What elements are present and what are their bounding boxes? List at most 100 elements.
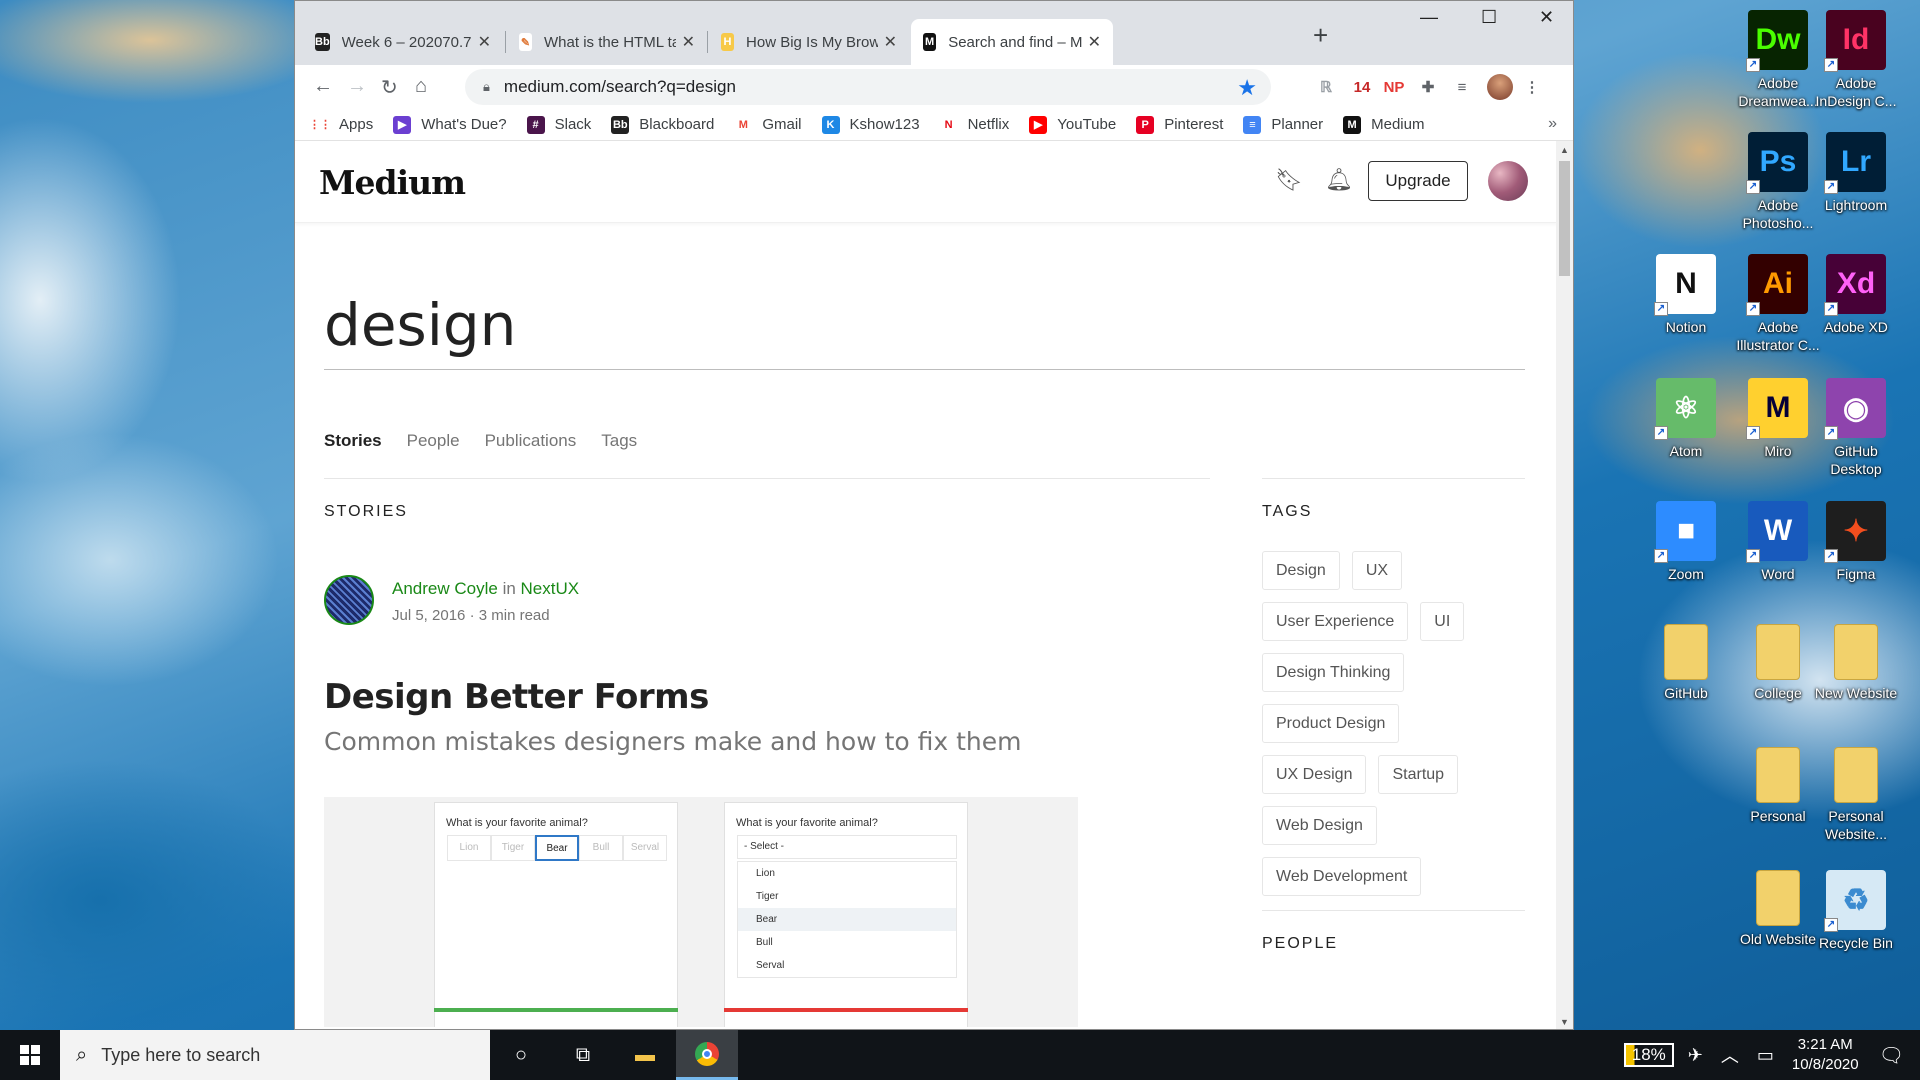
- bookmark-gmail[interactable]: M Gmail: [734, 115, 802, 134]
- task-view-icon[interactable]: ⧉: [552, 1030, 614, 1080]
- tag-chip[interactable]: User Experience: [1262, 602, 1409, 641]
- maximize-icon[interactable]: ☐: [1481, 7, 1497, 28]
- bookmark-blackboard[interactable]: Bb Blackboard: [611, 115, 714, 134]
- file-explorer-icon[interactable]: ▬: [614, 1030, 676, 1080]
- desktop-icon-atom[interactable]: ⚛ ↗ Atom: [1640, 374, 1732, 460]
- bookmark-apps[interactable]: ⋮⋮ Apps: [309, 115, 373, 134]
- tag-chip[interactable]: UX: [1351, 551, 1403, 590]
- start-button[interactable]: [0, 1030, 60, 1080]
- desktop-icon-label: Adobe XD: [1824, 319, 1888, 335]
- desktop-icon-recycle-bin[interactable]: ♻ ↗ Recycle Bin: [1810, 866, 1902, 952]
- desktop-icon-zoom[interactable]: ■ ↗ Zoom: [1640, 497, 1732, 583]
- battery-icon[interactable]: ▭: [1757, 1045, 1774, 1066]
- browser-tab[interactable]: M Search and find – Medium ✕: [911, 19, 1113, 65]
- airplane-mode-icon[interactable]: ✈: [1688, 1045, 1703, 1066]
- desktop-icon-adobe-xd[interactable]: Xd ↗ Adobe XD: [1810, 250, 1902, 336]
- tab-close-icon[interactable]: ✕: [1088, 32, 1101, 52]
- desktop-icon-github-desktop[interactable]: ◉ ↗ GitHub Desktop: [1810, 374, 1902, 478]
- tag-chip[interactable]: Product Design: [1262, 704, 1400, 743]
- home-icon[interactable]: ⌂: [415, 75, 427, 98]
- user-avatar[interactable]: [1488, 161, 1528, 201]
- minimize-icon[interactable]: —: [1420, 7, 1438, 28]
- desktop-icon-figma[interactable]: ✦ ↗ Figma: [1810, 497, 1902, 583]
- tab-close-icon[interactable]: ✕: [884, 32, 897, 52]
- bookmark-label: Kshow123: [849, 116, 920, 133]
- tag-chip[interactable]: UX Design: [1262, 755, 1367, 794]
- new-tab-button[interactable]: +: [1313, 20, 1328, 51]
- tag-chip[interactable]: Design: [1262, 551, 1340, 590]
- back-icon[interactable]: ←: [313, 75, 333, 98]
- bookmark-pinterest[interactable]: P Pinterest: [1136, 115, 1223, 134]
- shortcut-arrow-icon: ↗: [1746, 549, 1760, 563]
- desktop-icon-lightroom[interactable]: Lr ↗ Lightroom: [1810, 128, 1902, 214]
- scroll-up-icon[interactable]: ▲: [1560, 145, 1569, 155]
- segment-option: Tiger: [491, 835, 535, 861]
- tag-chip[interactable]: Startup: [1378, 755, 1459, 794]
- filter-tab-stories[interactable]: Stories: [324, 431, 382, 451]
- chrome-icon[interactable]: [676, 1030, 738, 1080]
- tab-close-icon[interactable]: ✕: [478, 32, 491, 52]
- address-bar[interactable]: 🔒︎ medium.com/search?q=design ★: [465, 69, 1271, 105]
- desktop-icon-personal-website[interactable]: Personal Website...: [1810, 743, 1902, 843]
- scroll-down-icon[interactable]: ▼: [1560, 1017, 1569, 1027]
- bookmark-planner[interactable]: ≡ Planner: [1243, 115, 1323, 134]
- app-icon: ✦ ↗: [1824, 501, 1886, 563]
- tag-chip[interactable]: Web Development: [1262, 857, 1422, 896]
- notifications-bell-icon[interactable]: 🔔︎: [1325, 167, 1353, 193]
- extension-icon[interactable]: 14: [1351, 77, 1373, 99]
- desktop-icon-github[interactable]: GitHub: [1640, 620, 1732, 702]
- browser-tab[interactable]: H How Big Is My Browser? ✕: [709, 19, 909, 65]
- taskbar-search[interactable]: ⌕ Type here to search: [60, 1030, 490, 1080]
- show-hidden-icons[interactable]: ︿: [1721, 1042, 1739, 1068]
- tag-chip[interactable]: UI: [1420, 602, 1465, 641]
- bookmark-what-s-due-[interactable]: ▶ What's Due?: [393, 115, 507, 134]
- dropdown-option: Bear: [738, 908, 956, 931]
- close-window-icon[interactable]: ✕: [1539, 7, 1554, 28]
- search-query-heading[interactable]: design: [324, 291, 516, 359]
- filter-tab-people[interactable]: People: [407, 431, 460, 451]
- desktop-icon-adobe-indesign-c[interactable]: Id ↗ Adobe InDesign C...: [1810, 6, 1902, 110]
- author-avatar[interactable]: [324, 575, 374, 625]
- medium-logo[interactable]: Medium: [319, 163, 466, 202]
- scroll-thumb[interactable]: [1559, 161, 1570, 276]
- story-title[interactable]: Design Better Forms: [324, 677, 709, 717]
- extension-icon[interactable]: ✚: [1417, 77, 1439, 99]
- upgrade-button[interactable]: Upgrade: [1368, 161, 1468, 201]
- bookmark-medium[interactable]: M Medium: [1343, 115, 1424, 134]
- browser-tab[interactable]: Bb Week 6 – 202070.71322 / ✕: [303, 19, 503, 65]
- reload-icon[interactable]: ↻: [381, 75, 398, 100]
- page-scrollbar[interactable]: ▲ ▼: [1556, 141, 1573, 1029]
- extension-icon[interactable]: ≡: [1451, 77, 1473, 99]
- bookmarks-overflow-icon[interactable]: »: [1548, 115, 1557, 133]
- bookmark-slack[interactable]: # Slack: [526, 115, 591, 134]
- publication-link[interactable]: NextUX: [521, 579, 580, 598]
- tab-favicon-icon: H: [721, 33, 735, 51]
- desktop-icon-notion[interactable]: N ↗ Notion: [1640, 250, 1732, 336]
- battery-indicator[interactable]: 18%: [1623, 1043, 1674, 1067]
- bookmarks-icon[interactable]: 🔖︎: [1275, 167, 1303, 193]
- tag-chip[interactable]: Web Design: [1262, 806, 1377, 845]
- clock[interactable]: 3:21 AM 10/8/2020: [1792, 1035, 1859, 1075]
- menu-kebab-icon[interactable]: ⋮: [1521, 77, 1543, 99]
- bookmark-netflix[interactable]: N Netflix: [939, 115, 1009, 134]
- filter-tab-publications[interactable]: Publications: [485, 431, 577, 451]
- notifications-icon[interactable]: 🗨︎: [1879, 1043, 1904, 1068]
- tag-row: UX Design Startup: [1262, 755, 1525, 794]
- cortana-icon[interactable]: ○: [490, 1030, 552, 1080]
- story-image[interactable]: What is your favorite animal? Lion Tiger B…: [324, 797, 1078, 1027]
- forward-icon[interactable]: →: [347, 75, 367, 98]
- extension-icon[interactable]: ℝ: [1315, 77, 1337, 99]
- author-link[interactable]: Andrew Coyle: [392, 579, 498, 598]
- bookmark-star-icon[interactable]: ★: [1237, 75, 1257, 101]
- story-subtitle[interactable]: Common mistakes designers make and how t…: [324, 727, 1022, 756]
- filter-tab-tags[interactable]: Tags: [601, 431, 637, 451]
- bookmark-kshow123[interactable]: K Kshow123: [821, 115, 920, 134]
- browser-tab[interactable]: ✎ What is the HTML tag "div" ✕: [507, 19, 707, 65]
- tag-row: Design Thinking: [1262, 653, 1525, 692]
- extension-icon[interactable]: NP: [1383, 77, 1405, 99]
- tag-chip[interactable]: Design Thinking: [1262, 653, 1405, 692]
- desktop-icon-new-website[interactable]: New Website: [1810, 620, 1902, 702]
- tab-close-icon[interactable]: ✕: [682, 32, 695, 52]
- profile-avatar[interactable]: [1487, 74, 1513, 100]
- bookmark-youtube[interactable]: ▶ YouTube: [1029, 115, 1116, 134]
